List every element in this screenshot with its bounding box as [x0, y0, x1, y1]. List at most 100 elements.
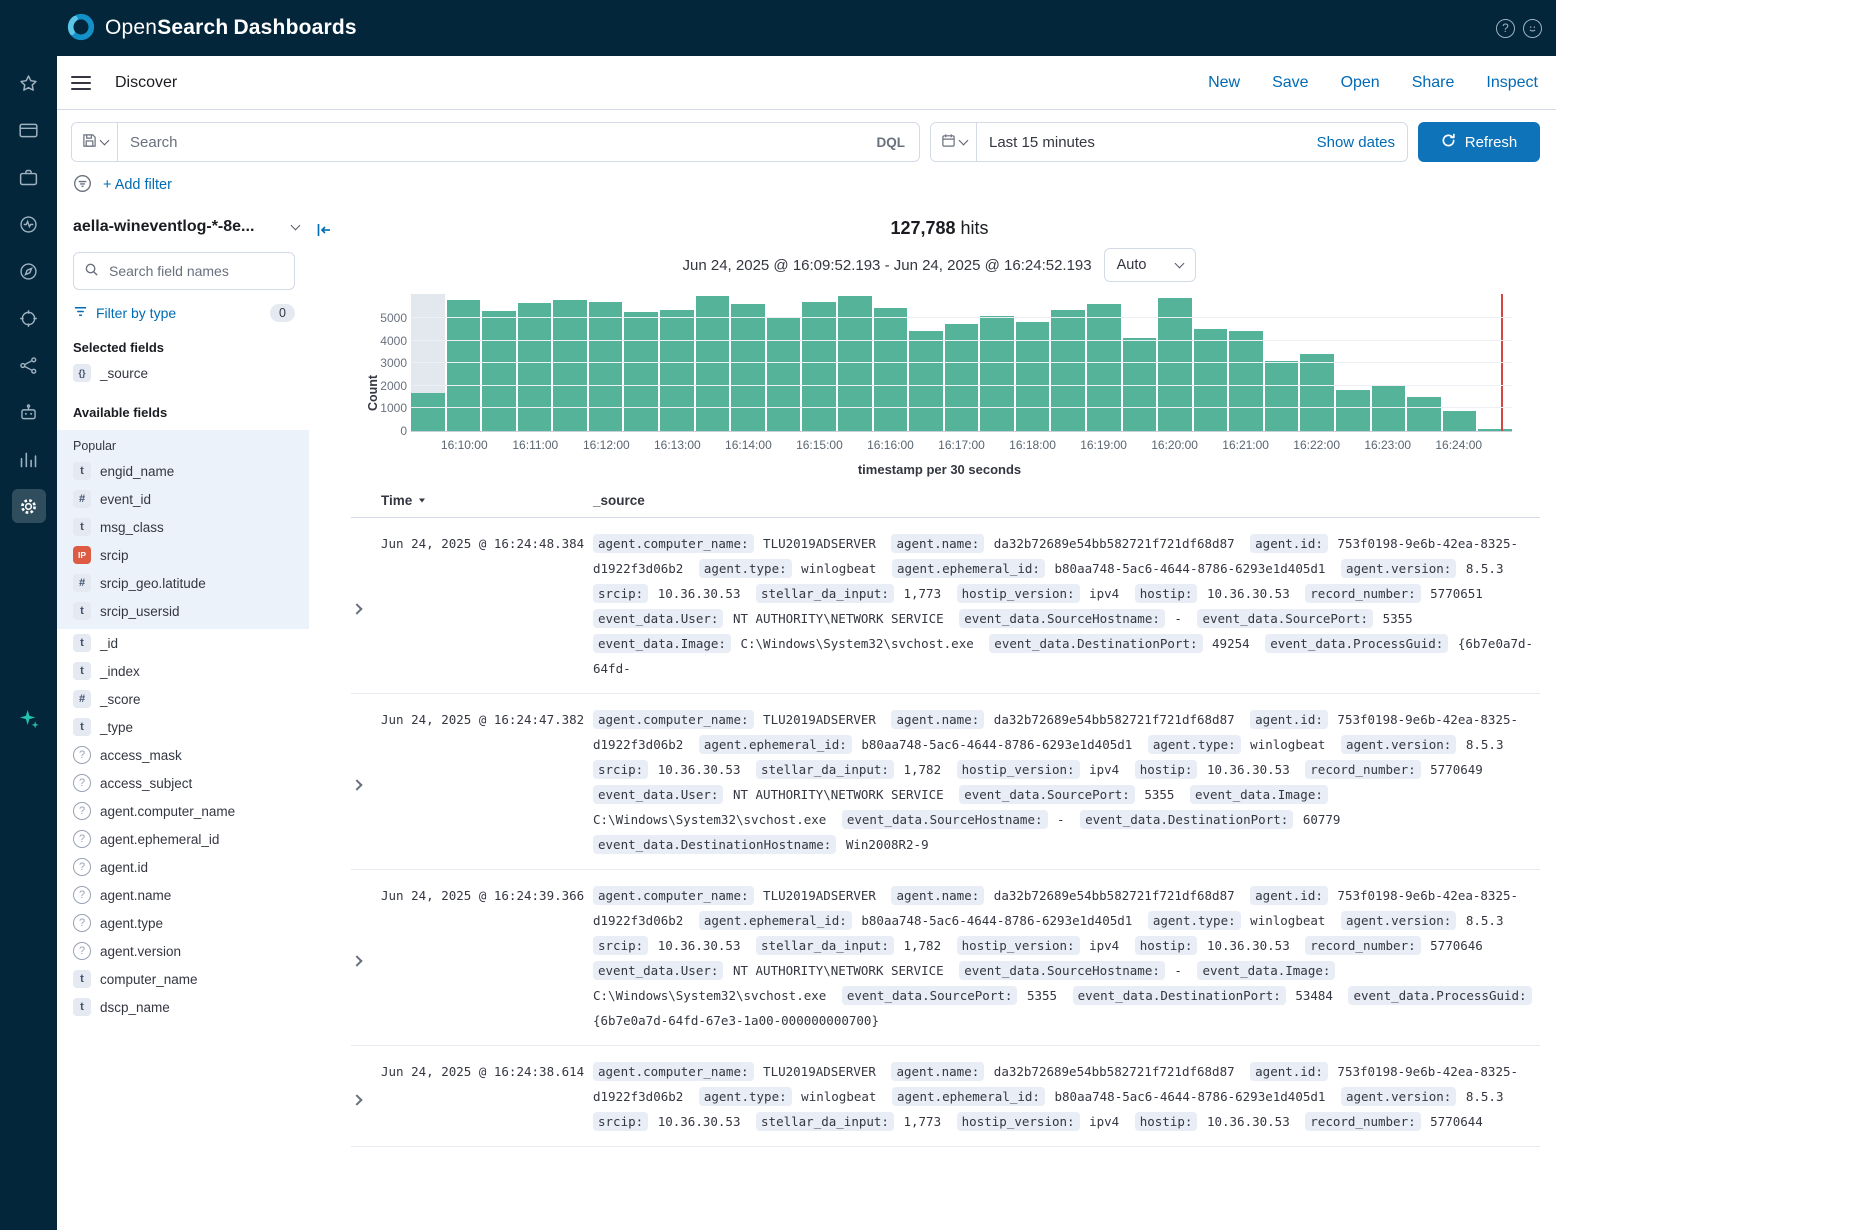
field-item-_source[interactable]: {}_source — [73, 359, 309, 387]
field-chip: hostip: — [1135, 936, 1198, 955]
header-action-inspect[interactable]: Inspect — [1486, 74, 1538, 92]
field-item-srcip_geo.latitude[interactable]: #srcip_geo.latitude — [73, 569, 293, 597]
selected-fields-heading: Selected fields — [73, 340, 309, 355]
field-item-agent.name[interactable]: ?agent.name — [73, 881, 309, 909]
filter-by-type[interactable]: Filter by type 0 — [73, 304, 309, 322]
field-search-input[interactable] — [107, 262, 284, 280]
time-column-header[interactable]: Time — [381, 493, 593, 508]
field-item-access_mask[interactable]: ?access_mask — [73, 741, 309, 769]
field-value: 60779 — [1303, 812, 1341, 827]
expand-row-button[interactable] — [351, 531, 381, 681]
field-chip: agent.type: — [699, 1087, 792, 1106]
field-item-_id[interactable]: t _id — [73, 629, 309, 657]
y-axis-tick-label: 2000 — [380, 379, 407, 393]
expand-row-button[interactable] — [351, 1059, 381, 1134]
brand[interactable]: OpenSearchDashboards — [66, 12, 357, 45]
field-item-agent.version[interactable]: ?agent.version — [73, 937, 309, 965]
sidebar-icon-sparkle[interactable] — [12, 702, 46, 736]
field-item-agent.type[interactable]: ?agent.type — [73, 909, 309, 937]
sidebar-icon-gear[interactable] — [12, 489, 46, 523]
field-item-engid_name[interactable]: tengid_name — [73, 457, 293, 485]
field-chip: event_data.Image: — [593, 634, 731, 653]
field-item-msg_class[interactable]: tmsg_class — [73, 513, 293, 541]
interval-select[interactable]: Auto — [1104, 248, 1197, 282]
field-chip: hostip: — [1135, 1112, 1198, 1131]
field-chip: event_data.SourceHostname: — [959, 609, 1165, 628]
sort-descending-icon — [417, 493, 427, 508]
t-field-type-icon: t — [73, 634, 91, 652]
sidebar-icon-network[interactable] — [12, 348, 46, 382]
sidebar-icon-robot[interactable] — [12, 395, 46, 429]
field-value: - — [1174, 611, 1182, 626]
date-quick-select-button[interactable] — [931, 123, 977, 161]
row-time: Jun 24, 2025 @ 16:24:47.382 — [381, 707, 593, 857]
field-value: ipv4 — [1089, 1114, 1119, 1129]
time-range-value[interactable]: Last 15 minutes — [977, 134, 1305, 151]
index-pattern-selector[interactable]: aella-wineventlog-*-8e... — [73, 218, 309, 236]
field-name: access_mask — [100, 748, 182, 763]
refresh-button[interactable]: Refresh — [1418, 122, 1540, 162]
field-chip: agent.ephemeral_id: — [892, 1087, 1045, 1106]
field-item-_index[interactable]: t_index — [73, 657, 309, 685]
field-chip: event_data.SourcePort: — [959, 785, 1135, 804]
menu-icon[interactable] — [71, 76, 91, 90]
field-chip: event_data.DestinationPort: — [1080, 810, 1293, 829]
field-item-_type[interactable]: t_type — [73, 713, 309, 741]
chart-time-range: Jun 24, 2025 @ 16:09:52.193 - Jun 24, 20… — [683, 257, 1092, 274]
num-field-type-icon: # — [73, 574, 91, 592]
header-action-new[interactable]: New — [1208, 74, 1240, 92]
field-search-box — [73, 252, 295, 290]
chevron-down-icon — [291, 220, 301, 230]
page-title: Discover — [115, 74, 177, 92]
x-axis-tick-label: 16:12:00 — [583, 438, 630, 452]
field-item-srcip[interactable]: IPsrcip — [73, 541, 293, 569]
field-item-access_subject[interactable]: ?access_subject — [73, 769, 309, 797]
save-icon — [82, 133, 97, 151]
field-name: _id — [100, 636, 118, 651]
sidebar-icon-compass[interactable] — [12, 254, 46, 288]
unk-field-type-icon: ? — [73, 914, 91, 932]
sidebar-icon-pulse[interactable] — [12, 207, 46, 241]
table-row: Jun 24, 2025 @ 16:24:39.366agent.compute… — [351, 870, 1540, 1046]
field-chip: stellar_da_input: — [756, 1112, 894, 1131]
header-action-share[interactable]: Share — [1412, 74, 1455, 92]
sidebar-icon-briefcase[interactable] — [12, 160, 46, 194]
header-action-save[interactable]: Save — [1272, 74, 1308, 92]
field-chip: event_data.Image: — [1197, 961, 1335, 980]
field-item-agent.id[interactable]: ?agent.id — [73, 853, 309, 881]
chevron-right-icon — [351, 603, 362, 614]
fields-panel: aella-wineventlog-*-8e... — [57, 208, 309, 1230]
filter-icon[interactable] — [73, 174, 92, 196]
field-value: NT AUTHORITY\NETWORK SERVICE — [733, 611, 944, 626]
x-axis-tick-label: 16:23:00 — [1364, 438, 1411, 452]
show-dates-link[interactable]: Show dates — [1305, 134, 1407, 151]
expand-row-button[interactable] — [351, 883, 381, 1033]
field-value: 8.5.3 — [1466, 1089, 1504, 1104]
field-item-_score[interactable]: #_score — [73, 685, 309, 713]
field-item-computer_name[interactable]: tcomputer_name — [73, 965, 309, 993]
collapse-fields-panel-button[interactable] — [316, 222, 332, 240]
num-field-type-icon: # — [73, 490, 91, 508]
field-item-event_id[interactable]: #event_id — [73, 485, 293, 513]
feedback-icon[interactable] — [1523, 19, 1542, 38]
table-row: Jun 24, 2025 @ 16:24:48.384agent.compute… — [351, 518, 1540, 694]
field-item-dscp_name[interactable]: tdscp_name — [73, 993, 309, 1021]
field-item-agent.ephemeral_id[interactable]: ?agent.ephemeral_id — [73, 825, 309, 853]
field-item-srcip_usersid[interactable]: tsrcip_usersid — [73, 597, 293, 625]
sidebar-icon-chart[interactable] — [12, 442, 46, 476]
saved-queries-button[interactable] — [72, 123, 118, 161]
field-chip: agent.version: — [1341, 911, 1456, 930]
search-input[interactable] — [118, 134, 863, 151]
field-item-agent.computer_name[interactable]: ?agent.computer_name — [73, 797, 309, 825]
sidebar-icon-crosshair[interactable] — [12, 301, 46, 335]
header-action-open[interactable]: Open — [1341, 74, 1380, 92]
query-language-button[interactable]: DQL — [863, 135, 920, 150]
refresh-icon — [1441, 133, 1456, 152]
sidebar-icon-star[interactable] — [12, 66, 46, 100]
help-icon[interactable]: ? — [1496, 19, 1515, 38]
refresh-label: Refresh — [1465, 134, 1518, 151]
add-filter-link[interactable]: + Add filter — [103, 177, 172, 193]
sidebar-icon-card[interactable] — [12, 113, 46, 147]
field-chip: agent.ephemeral_id: — [892, 559, 1045, 578]
expand-row-button[interactable] — [351, 707, 381, 857]
